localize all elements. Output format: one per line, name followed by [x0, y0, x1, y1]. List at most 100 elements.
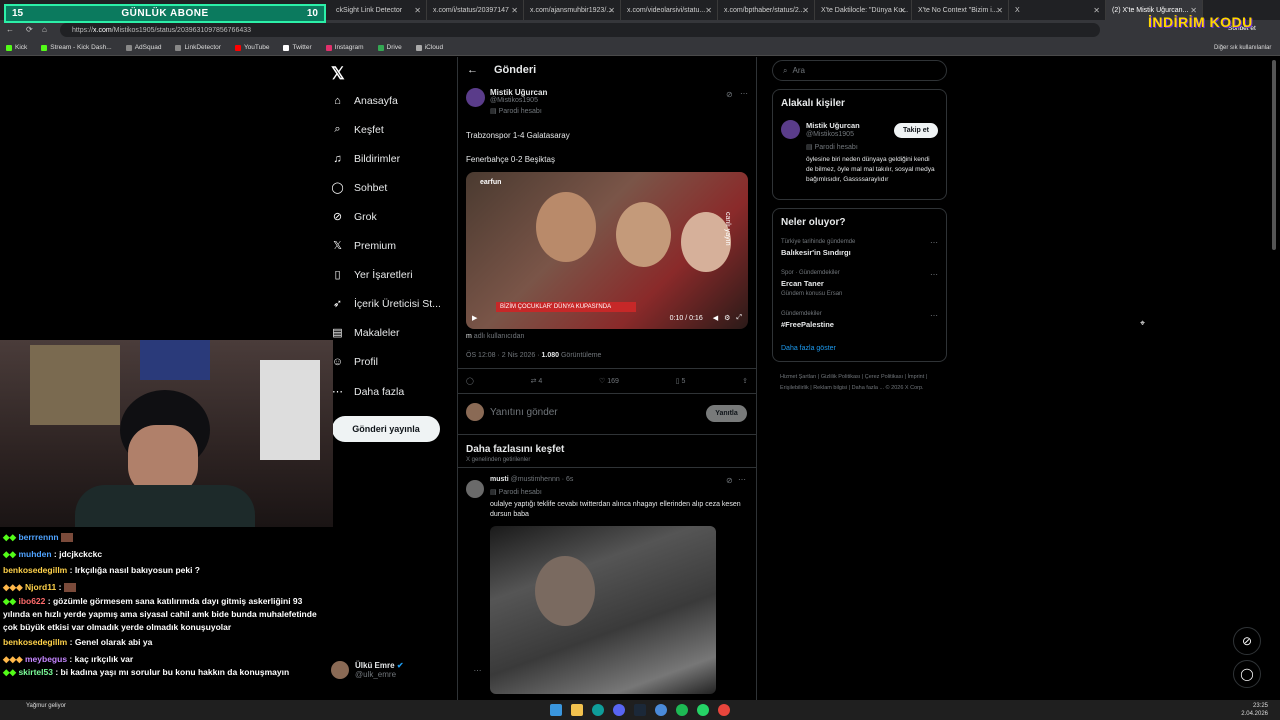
bookmark-item[interactable]: Stream - Kick Dash... [41, 44, 112, 51]
back-icon[interactable]: ← [6, 25, 14, 34]
bookmark-item[interactable]: LinkDetector [175, 44, 221, 51]
bookmark-button[interactable]: ▯ 5 [676, 377, 686, 385]
bookmark-item[interactable]: Instagram [325, 44, 364, 51]
trend-item[interactable]: Türkiye tarihinde gündemde Balıkesir'in S… [781, 239, 855, 257]
nav-grok[interactable]: ⊘ Grok [331, 210, 377, 224]
url-field[interactable]: https://x.com/Mistikos1905/status/203963… [60, 23, 1100, 37]
nav-bookmarks[interactable]: ▯ Yer İşaretleri [331, 268, 412, 282]
chat-username[interactable]: ibo622 [18, 596, 45, 606]
weather-widget[interactable]: Yağmur geliyor [26, 703, 66, 709]
close-icon[interactable]: ✕ [1093, 6, 1100, 15]
chat-username[interactable]: Njord11 [25, 582, 56, 592]
grok-icon[interactable]: ⊘ [726, 90, 733, 99]
nav-notifications[interactable]: ♫ Bildirimler [331, 152, 400, 165]
close-icon[interactable]: ✕ [511, 6, 518, 15]
whatsapp-icon[interactable] [697, 704, 709, 716]
discord-icon[interactable] [613, 704, 625, 716]
repost-button[interactable]: ⇄ 4 [531, 377, 543, 385]
chat-icon: ◯ [331, 182, 344, 194]
file-explorer-icon[interactable] [571, 704, 583, 716]
chat-username[interactable]: skirtel53 [18, 667, 53, 677]
chat-username[interactable]: benkosedegillm [3, 565, 67, 575]
close-icon[interactable]: ✕ [414, 6, 421, 15]
video-player[interactable]: earfun canlı yayın BİZİM ÇOCUKLAR' DÜNYA… [466, 172, 748, 329]
nav-home[interactable]: ⌂ Anasayfa [331, 94, 398, 107]
more-icon[interactable]: ⋯ [740, 89, 748, 98]
browser-tab[interactable]: X ✕ [1009, 0, 1106, 20]
spotify-icon[interactable] [676, 704, 688, 716]
grok-float-button[interactable]: ⊘ [1233, 627, 1261, 655]
follow-button[interactable]: Takip et [894, 123, 938, 138]
more-icon[interactable]: ⋯ [930, 238, 938, 247]
app-icon[interactable] [655, 704, 667, 716]
nav-creator-studio[interactable]: ➶ İçerik Üreticisi St... [331, 297, 441, 311]
browser-tab[interactable]: X'te No Context "Bizim i... ✕ [912, 0, 1009, 20]
close-icon[interactable]: ✕ [705, 6, 712, 15]
reply-input[interactable]: Yanıtını gönder [490, 407, 558, 418]
bookmark-item[interactable]: Kick [6, 44, 27, 51]
browser-tab[interactable]: x.com/bpthaber/status/2... ✕ [718, 0, 815, 20]
tagged-users[interactable]: m adlı kullanıcıdan [466, 333, 524, 340]
post-image[interactable] [490, 526, 716, 694]
publish-post-button[interactable]: Gönderi yayınla [332, 416, 440, 442]
reload-icon[interactable]: ⟳ [26, 25, 33, 34]
related-name[interactable]: Mistik Uğurcan [806, 121, 860, 130]
reply-icon[interactable]: ◯ [466, 377, 474, 385]
settings-icon[interactable]: ⚙ [724, 314, 730, 322]
browser-tab[interactable]: X'te Daktilocle: "Dünya Ku... ✕ [815, 0, 912, 20]
browser-tab[interactable]: x.com/ajansmuhbir1923/... ✕ [524, 0, 621, 20]
volume-icon[interactable]: ◀ [713, 314, 718, 322]
more-icon[interactable]: ⋯ [738, 475, 746, 484]
bookmark-item[interactable]: Twitter [283, 44, 312, 51]
show-more-link[interactable]: Daha fazla göster [781, 345, 836, 352]
chat-username[interactable]: meybegus [25, 654, 67, 664]
more-icon[interactable]: ⋯ [930, 311, 938, 320]
nav-explore[interactable]: ⌕ Keşfet [331, 123, 383, 136]
chat-username[interactable]: benkosedegillm [3, 637, 67, 647]
reply-button[interactable]: Yanıtla [706, 405, 747, 422]
search-input[interactable]: ⌕ Ara [772, 60, 947, 81]
play-icon[interactable]: ▶ [472, 314, 477, 322]
browser-tab[interactable]: ckSight Link Detector ✕ [330, 0, 427, 20]
back-arrow-icon[interactable]: ← [467, 64, 478, 76]
fullscreen-icon[interactable]: ⤢ [736, 314, 742, 322]
trend-item[interactable]: Spor · Gündemdekiler Ercan Taner Gündem ko… [781, 270, 842, 297]
close-icon[interactable]: ✕ [899, 6, 906, 15]
messages-float-button[interactable]: ◯ [1233, 660, 1261, 688]
trend-item[interactable]: Gündemdekiler #FreePalestine [781, 311, 834, 329]
chat-username[interactable]: berrrennn [18, 532, 58, 542]
browser-tab[interactable]: x.com/i/status/20397147 ✕ [427, 0, 524, 20]
other-bookmarks[interactable]: Diğer sık kullanılanlar [1214, 45, 1271, 51]
more-icon[interactable]: ⋯ [930, 270, 938, 279]
home-browser-icon[interactable]: ⌂ [42, 25, 47, 34]
nav-profile[interactable]: ☺ Profil [331, 355, 378, 368]
author-name[interactable]: Mistik Uğurcan [490, 88, 547, 97]
avatar[interactable] [466, 88, 485, 107]
nav-chat[interactable]: ◯ Sohbet [331, 181, 387, 195]
footer-links[interactable]: Hizmet Şartları | Gizlilik Politikası | … [780, 372, 945, 394]
nav-premium[interactable]: 𝕏 Premium [331, 239, 396, 253]
scrollbar[interactable] [1272, 60, 1276, 250]
avatar[interactable] [781, 120, 800, 139]
system-clock[interactable]: 23:25 2.04.2026 [1241, 702, 1268, 718]
bookmark-item[interactable]: Drive [377, 44, 402, 51]
steam-icon[interactable] [634, 704, 646, 716]
share-icon[interactable]: ⇪ [742, 377, 748, 385]
obs-icon[interactable] [718, 704, 730, 716]
browser-tab[interactable]: x.com/videolarsivi/statu... ✕ [621, 0, 718, 20]
like-button[interactable]: ♡ 169 [599, 377, 619, 385]
bookmark-item[interactable]: AdSquad [125, 44, 161, 51]
start-icon[interactable] [550, 704, 562, 716]
chat-username[interactable]: muhden [18, 549, 51, 559]
edge-icon[interactable] [592, 704, 604, 716]
author-handle[interactable]: @Mistikos1905 [490, 97, 547, 104]
bookmark-item[interactable]: iCloud [415, 44, 443, 51]
close-icon[interactable]: ✕ [608, 6, 615, 15]
grok-icon[interactable]: ⊘ [726, 476, 733, 485]
close-icon[interactable]: ✕ [996, 6, 1003, 15]
bookmark-item[interactable]: YouTube [234, 44, 269, 51]
nav-more[interactable]: ⋯ Daha fazla [331, 385, 404, 399]
nav-articles[interactable]: ▤ Makaleler [331, 326, 399, 340]
x-logo-icon[interactable]: 𝕏 [331, 64, 345, 84]
close-icon[interactable]: ✕ [802, 6, 809, 15]
